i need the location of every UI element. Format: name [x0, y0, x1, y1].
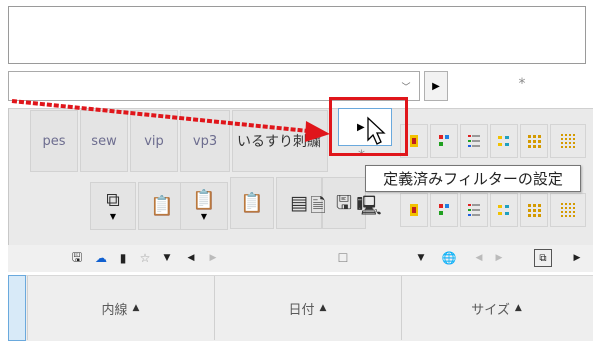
preset-filter-tooltip: 定義済みフィルターの設定 — [365, 165, 581, 192]
